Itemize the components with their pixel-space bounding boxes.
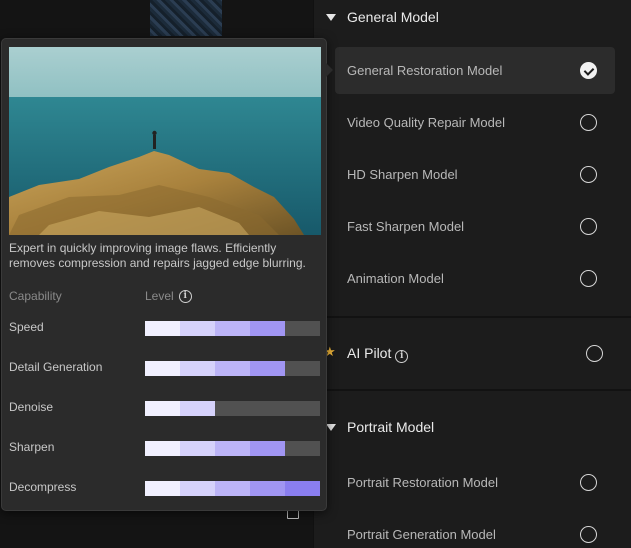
radio-empty-icon[interactable] [580,114,597,131]
capability-name: Speed [9,320,44,334]
level-segment [215,401,250,416]
model-preview-image [9,47,321,235]
model-item-hd-sharpen[interactable]: HD Sharpen Model [335,151,615,198]
radio-empty-icon[interactable] [580,474,597,491]
capability-row: Sharpen [2,438,328,458]
capability-name: Decompress [9,480,77,494]
info-icon[interactable]: i [395,350,409,363]
capability-name: Detail Generation [9,360,103,374]
model-label: Video Quality Repair Model [347,115,506,130]
model-item-animation[interactable]: Animation Model [335,255,615,302]
section-divider [314,389,631,391]
ai-pilot-label: AI Pilot i [347,345,409,363]
level-segment [180,441,215,456]
model-info-tooltip: Expert in quickly improving image flaws.… [1,38,327,511]
model-item-video-quality-repair[interactable]: Video Quality Repair Model [335,99,615,146]
radio-empty-icon[interactable] [586,345,603,362]
capability-level-bar [145,441,320,456]
check-circle-icon[interactable] [580,62,597,79]
info-icon[interactable]: i [178,289,192,303]
capability-row: Decompress [2,478,328,498]
model-item-portrait-restoration[interactable]: Portrait Restoration Model [335,459,615,506]
capability-level-bar [145,401,320,416]
level-segment [285,481,320,496]
model-panel: General Model General Restoration Model … [314,0,631,548]
level-segment [215,441,250,456]
capability-name: Sharpen [9,440,55,454]
model-label: Animation Model [347,271,444,286]
level-segment [180,481,215,496]
level-segment [285,441,320,456]
level-segment [180,401,215,416]
level-segment [145,361,180,376]
capability-row: Speed [2,318,328,338]
level-segment [285,361,320,376]
capability-header: Capability [9,289,62,303]
level-segment [180,361,215,376]
level-segment [285,401,320,416]
level-segment [145,401,180,416]
level-segment [215,481,250,496]
level-segment [250,361,285,376]
model-label: General Restoration Model [347,63,503,78]
capability-level-bar [145,481,320,496]
radio-empty-icon[interactable] [580,218,597,235]
section-title: General Model [347,9,439,25]
model-label: Portrait Restoration Model [347,475,499,490]
level-segment [180,321,215,336]
level-header: Level i [145,289,192,303]
ai-pilot-text: AI Pilot [347,345,392,361]
capability-level-bar [145,321,320,336]
level-segment [250,441,285,456]
level-segment [215,321,250,336]
model-description: Expert in quickly improving image flaws.… [9,241,306,270]
section-divider [314,316,631,318]
model-label: Portrait Generation Model [347,527,496,542]
radio-empty-icon[interactable] [580,270,597,287]
radio-empty-icon[interactable] [580,166,597,183]
section-header-general[interactable]: General Model [314,0,631,34]
section-header-portrait[interactable]: Portrait Model [314,410,631,444]
level-segment [145,321,180,336]
triangle-down-icon [326,423,336,431]
model-item-general-restoration[interactable]: General Restoration Model [335,47,615,94]
tooltip-pointer [326,63,333,77]
radio-empty-icon[interactable] [580,526,597,543]
section-title: Portrait Model [347,419,435,435]
level-segment [145,481,180,496]
capability-level-bar [145,361,320,376]
level-segment [250,481,285,496]
triangle-down-icon [326,13,336,21]
background-thumbnail [150,0,222,36]
level-segment [215,361,250,376]
preview-scene [9,47,321,235]
model-item-fast-sharpen[interactable]: Fast Sharpen Model [335,203,615,250]
level-segment [250,401,285,416]
level-segment [145,441,180,456]
model-label: HD Sharpen Model [347,167,458,182]
capability-row: Denoise [2,398,328,418]
level-segment [285,321,320,336]
ai-pilot-row[interactable]: ★ AI Pilot i [314,330,631,378]
model-label: Fast Sharpen Model [347,219,465,234]
level-segment [250,321,285,336]
model-item-portrait-generation[interactable]: Portrait Generation Model [335,511,615,548]
capability-name: Denoise [9,400,54,414]
level-header-text: Level [145,289,174,303]
capability-row: Detail Generation [2,358,328,378]
